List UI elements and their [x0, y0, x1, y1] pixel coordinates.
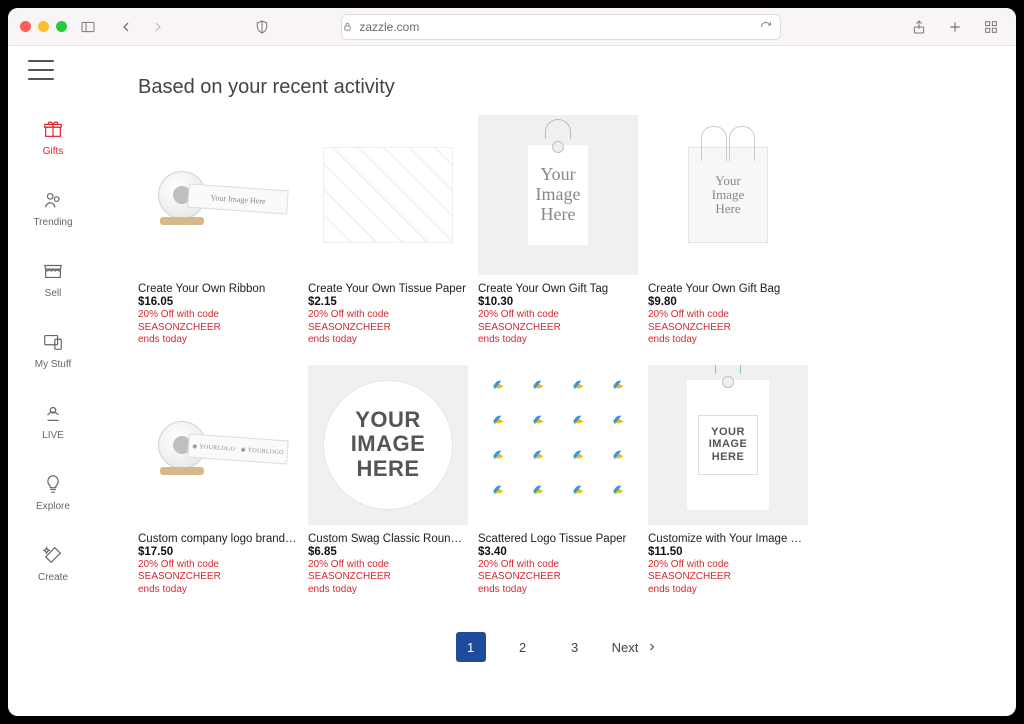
product-promo: 20% Off with code SEASONZCHEERends today — [648, 309, 808, 347]
gift-icon — [40, 116, 66, 142]
close-window-button[interactable] — [20, 21, 31, 32]
chevron-right-icon — [646, 641, 658, 653]
sidebar-item-create[interactable]: Create — [38, 542, 68, 583]
sidebar-item-label: LIVE — [42, 430, 64, 441]
live-icon — [40, 400, 66, 426]
product-price: $6.85 — [308, 546, 468, 558]
thumb-caption: Your Image Here — [536, 165, 581, 224]
product-card[interactable]: YOUR IMAGE HERE Customize with Your Imag… — [648, 365, 808, 597]
product-card[interactable]: Your Image Here Create Your Own Ribbon $… — [138, 115, 298, 347]
sidebar-item-sell[interactable]: Sell — [40, 258, 66, 299]
product-price: $17.50 — [138, 546, 298, 558]
product-promo: 20% Off with code SEASONZCHEERends today — [478, 559, 638, 597]
product-title: Create Your Own Gift Tag — [478, 283, 638, 295]
sidebar-item-gifts[interactable]: Gifts — [40, 116, 66, 157]
product-promo: 20% Off with code SEASONZCHEERends today — [648, 559, 808, 597]
sidebar-item-label: Gifts — [43, 146, 64, 157]
lightbulb-icon — [40, 471, 66, 497]
shield-icon[interactable] — [249, 14, 275, 40]
thumb-caption: YOUR IMAGE HERE — [709, 426, 748, 462]
product-promo: 20% Off with code SEASONZCHEERends today — [308, 559, 468, 597]
back-button[interactable] — [113, 14, 139, 40]
product-thumb: YOUR IMAGE HERE — [308, 365, 468, 525]
next-page-button[interactable]: Next — [612, 640, 659, 655]
titlebar: zazzle.com — [8, 8, 1016, 46]
sidebar-item-label: Explore — [36, 501, 70, 512]
new-tab-icon[interactable] — [942, 14, 968, 40]
sidebar-item-mystuff[interactable]: My Stuff — [35, 329, 72, 370]
sidebar-item-live[interactable]: LIVE — [40, 400, 66, 441]
sidebar: Gifts Trending Sell My Stuff LIVE Explor… — [8, 46, 98, 716]
product-card[interactable]: Your Image Here Create Your Own Gift Tag… — [478, 115, 638, 347]
product-price: $9.80 — [648, 296, 808, 308]
address-bar[interactable]: zazzle.com — [341, 14, 781, 40]
product-card[interactable]: Your Image Here Create Your Own Gift Bag… — [648, 115, 808, 347]
product-card[interactable]: Create Your Own Tissue Paper $2.15 20% O… — [308, 115, 468, 347]
tabs-overview-icon[interactable] — [978, 14, 1004, 40]
thumb-caption: YOUR IMAGE HERE — [351, 408, 426, 481]
sidebar-item-label: My Stuff — [35, 359, 72, 370]
thumb-caption: Your Image Here — [187, 184, 288, 215]
product-promo: 20% Off with code SEASONZCHEERends today — [138, 559, 298, 597]
product-thumb: ◉ YOURLOGO ◉ YOURLOGO — [138, 365, 298, 525]
product-thumb — [308, 115, 468, 275]
product-price: $16.05 — [138, 296, 298, 308]
magic-wand-icon — [40, 542, 66, 568]
share-icon[interactable] — [906, 14, 932, 40]
sidebar-item-explore[interactable]: Explore — [36, 471, 70, 512]
product-thumb: Your Image Here — [648, 115, 808, 275]
forward-button[interactable] — [145, 14, 171, 40]
product-title: Custom Swag Classic Round Sticker — [308, 533, 468, 545]
window-controls — [20, 21, 67, 32]
product-thumb: Your Image Here — [138, 115, 298, 275]
product-title: Scattered Logo Tissue Paper — [478, 533, 638, 545]
product-card[interactable]: YOUR IMAGE HERE Custom Swag Classic Roun… — [308, 365, 468, 597]
trending-icon — [40, 187, 66, 213]
sidebar-item-label: Create — [38, 572, 68, 583]
sidebar-item-trending[interactable]: Trending — [33, 187, 72, 228]
url-text: zazzle.com — [359, 20, 419, 34]
product-price: $10.30 — [478, 296, 638, 308]
product-title: Create Your Own Gift Bag — [648, 283, 808, 295]
section-title: Based on your recent activity — [138, 76, 976, 99]
sidebar-item-label: Sell — [45, 288, 62, 299]
device-icon — [40, 329, 66, 355]
page-1-button[interactable]: 1 — [456, 632, 486, 662]
refresh-icon[interactable] — [760, 21, 772, 33]
minimize-window-button[interactable] — [38, 21, 49, 32]
product-card[interactable]: Scattered Logo Tissue Paper $3.40 20% Of… — [478, 365, 638, 597]
product-promo: 20% Off with code SEASONZCHEERends today — [478, 309, 638, 347]
product-thumb: YOUR IMAGE HERE — [648, 365, 808, 525]
product-title: Customize with Your Image Gift Tags — [648, 533, 808, 545]
pagination: 1 2 3 Next — [138, 632, 976, 662]
product-promo: 20% Off with code SEASONZCHEERends today — [308, 309, 468, 347]
product-thumb — [478, 365, 638, 525]
menu-button[interactable] — [28, 60, 54, 80]
product-price: $11.50 — [648, 546, 808, 558]
sidebar-toggle-icon[interactable] — [75, 14, 101, 40]
storefront-icon — [40, 258, 66, 284]
product-promo: 20% Off with code SEASONZCHEERends today — [138, 309, 298, 347]
maximize-window-button[interactable] — [56, 21, 67, 32]
product-title: Create Your Own Tissue Paper — [308, 283, 468, 295]
thumb-caption: Your Image Here — [712, 174, 744, 217]
product-price: $2.15 — [308, 296, 468, 308]
page-2-button[interactable]: 2 — [508, 632, 538, 662]
product-thumb: Your Image Here — [478, 115, 638, 275]
sidebar-item-label: Trending — [33, 217, 72, 228]
next-label: Next — [612, 640, 639, 655]
product-price: $3.40 — [478, 546, 638, 558]
product-grid: Your Image Here Create Your Own Ribbon $… — [138, 115, 976, 596]
product-title: Custom company logo branded business… — [138, 533, 298, 545]
product-title: Create Your Own Ribbon — [138, 283, 298, 295]
page-3-button[interactable]: 3 — [560, 632, 590, 662]
product-card[interactable]: ◉ YOURLOGO ◉ YOURLOGO Custom company log… — [138, 365, 298, 597]
lock-icon — [342, 21, 353, 32]
